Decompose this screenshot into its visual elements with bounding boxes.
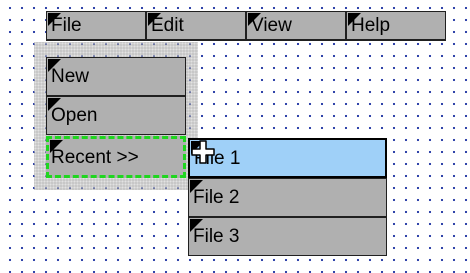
submenu-item-file-1[interactable]: File 1: [188, 138, 387, 178]
menu-file[interactable]: File: [46, 11, 146, 41]
corner-marker-icon: [190, 180, 203, 193]
menu-item-recent[interactable]: Recent >>: [46, 136, 186, 178]
corner-marker-icon: [148, 13, 161, 26]
menu-item-open[interactable]: Open: [46, 96, 186, 135]
menu-help[interactable]: Help: [346, 11, 446, 41]
menu-view[interactable]: View: [246, 11, 346, 41]
corner-marker-icon: [50, 140, 63, 153]
submenu-item-file-3[interactable]: File 3: [188, 217, 387, 256]
corner-marker-icon: [248, 13, 261, 26]
corner-marker-icon: [190, 219, 203, 232]
corner-marker-icon: [48, 59, 61, 72]
corner-marker-icon: [48, 13, 61, 26]
menu-edit[interactable]: Edit: [146, 11, 246, 41]
submenu-item-file-2[interactable]: File 2: [188, 178, 387, 217]
menu-item-recent-label: Recent >>: [51, 146, 139, 168]
corner-marker-icon: [48, 98, 61, 111]
move-cursor-icon: [191, 140, 215, 164]
menu-item-new[interactable]: New: [46, 57, 186, 96]
corner-marker-icon: [348, 13, 361, 26]
